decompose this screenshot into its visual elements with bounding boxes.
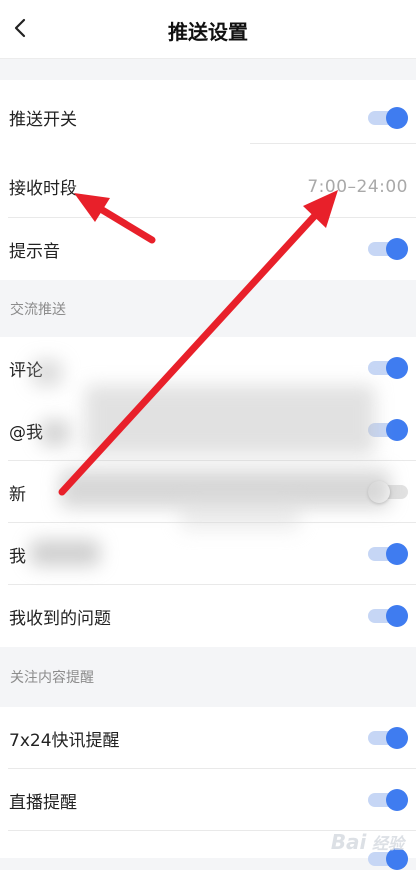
my-item-label: 我	[9, 546, 26, 567]
section-header-follow: 关注内容提醒	[0, 647, 416, 707]
push-switch-label: 推送开关	[9, 110, 77, 130]
receive-period-value: 7:00–24:00	[307, 176, 408, 197]
sound-row: 提示音	[0, 218, 416, 280]
my-questions-label: 我收到的问题	[9, 608, 111, 629]
push-switch-toggle[interactable]	[368, 106, 408, 129]
flash-news-row: 7x24快讯提醒	[0, 707, 416, 769]
pixelated-overlay	[40, 420, 70, 446]
receive-period-row[interactable]: 接收时段 7:00–24:00	[0, 155, 416, 218]
mention-label: @我	[9, 422, 43, 443]
pixelated-overlay	[32, 360, 62, 386]
pixelated-overlay	[30, 540, 100, 566]
my-questions-toggle[interactable]	[368, 605, 408, 627]
top-nav-bar: 推送设置	[0, 0, 416, 59]
pixelated-overlay	[180, 500, 300, 530]
watermark-logo: Bai 经验	[330, 830, 404, 854]
live-toggle[interactable]	[368, 789, 408, 811]
divider	[250, 143, 416, 144]
comment-toggle[interactable]	[368, 357, 408, 379]
receive-period-label: 接收时段	[9, 179, 77, 199]
section-header-exchange: 交流推送	[0, 280, 416, 337]
pixelated-overlay	[85, 385, 375, 455]
my-item-toggle[interactable]	[368, 543, 408, 565]
live-label: 直播提醒	[9, 792, 77, 813]
flash-news-toggle[interactable]	[368, 727, 408, 749]
new-item-label: 新	[9, 484, 26, 505]
page-title: 推送设置	[168, 20, 248, 44]
flash-news-label: 7x24快讯提醒	[9, 730, 120, 751]
live-row: 直播提醒	[0, 769, 416, 831]
my-questions-row: 我收到的问题	[0, 585, 416, 647]
sound-label: 提示音	[9, 241, 60, 262]
sound-toggle[interactable]	[368, 238, 408, 260]
